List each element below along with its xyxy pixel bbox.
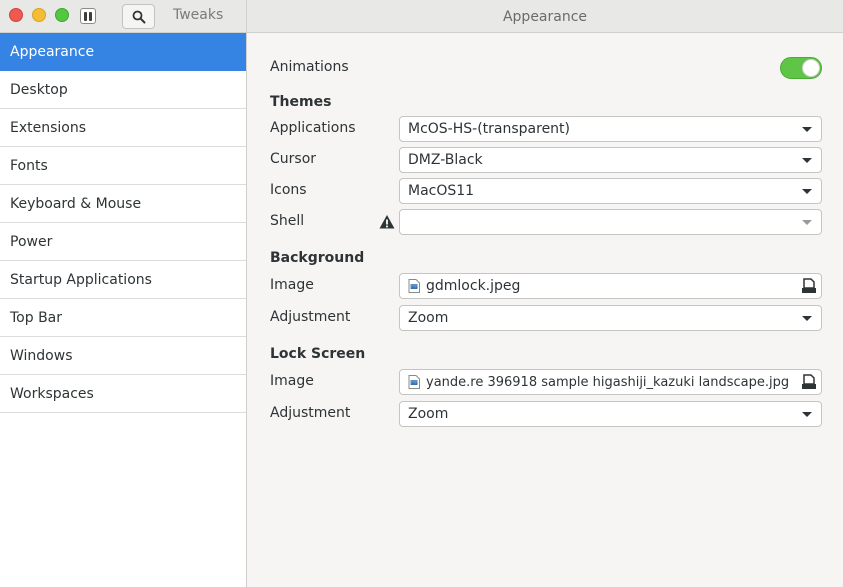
sidebar-item-label: Startup Applications — [10, 271, 152, 288]
lock-screen-heading: Lock Screen — [270, 346, 366, 362]
applications-label: Applications — [270, 120, 356, 136]
sidebar-item-label: Top Bar — [10, 309, 63, 326]
background-heading: Background — [270, 250, 365, 266]
tweaks-app-icon — [80, 8, 96, 24]
sidebar-item-label: Fonts — [10, 157, 48, 174]
sidebar-item-appearance[interactable]: Appearance — [0, 33, 246, 71]
sidebar-item-label: Workspaces — [10, 385, 94, 402]
background-adjustment-dropdown[interactable]: Zoom — [399, 305, 822, 331]
background-image-chooser[interactable]: gdmlock.jpeg — [399, 273, 822, 299]
sidebar-item-startup-applications[interactable]: Startup Applications — [0, 261, 246, 299]
applications-theme-dropdown[interactable]: McOS-HS-(transparent) — [399, 116, 822, 142]
dropdown-value: McOS-HS-(transparent) — [408, 121, 571, 137]
lock-screen-image-label: Image — [270, 373, 314, 389]
sidebar-item-label: Extensions — [10, 119, 87, 136]
animations-switch[interactable] — [780, 57, 822, 79]
open-file-icon[interactable] — [801, 374, 817, 390]
dropdown-value: MacOS11 — [408, 183, 475, 199]
sidebar-item-workspaces[interactable]: Workspaces — [0, 375, 246, 413]
header-bar: Tweaks Appearance — [0, 0, 843, 33]
search-icon — [132, 10, 145, 23]
sidebar: Appearance Desktop Extensions Fonts Keyb… — [0, 33, 247, 587]
header-left: Tweaks — [0, 0, 247, 33]
dropdown-value: DMZ-Black — [408, 152, 483, 168]
close-window-button[interactable] — [9, 8, 23, 22]
themes-heading: Themes — [270, 94, 332, 110]
image-file-icon — [408, 375, 420, 389]
lock-screen-adjustment-dropdown[interactable]: Zoom — [399, 401, 822, 427]
shell-theme-dropdown[interactable] — [399, 209, 822, 235]
file-name: yande.re 396918 sample higashiji_kazuki … — [426, 374, 790, 390]
animations-label: Animations — [270, 59, 349, 75]
sidebar-item-label: Keyboard & Mouse — [10, 195, 142, 212]
switch-knob — [802, 59, 820, 77]
sidebar-item-label: Appearance — [10, 43, 95, 60]
warning-icon — [379, 215, 395, 229]
maximize-window-button[interactable] — [55, 8, 69, 22]
sidebar-item-fonts[interactable]: Fonts — [0, 147, 246, 185]
dropdown-value: Zoom — [408, 310, 449, 326]
appearance-panel: Animations Themes Applications McOS-HS-(… — [248, 33, 843, 587]
minimize-window-button[interactable] — [32, 8, 46, 22]
shell-label: Shell — [270, 213, 305, 229]
sidebar-item-label: Desktop — [10, 81, 68, 98]
open-file-icon[interactable] — [801, 278, 817, 294]
sidebar-item-power[interactable]: Power — [0, 223, 246, 261]
sidebar-item-top-bar[interactable]: Top Bar — [0, 299, 246, 337]
background-adjustment-label: Adjustment — [270, 309, 351, 325]
header-right: Appearance — [247, 0, 843, 33]
search-button[interactable] — [122, 4, 155, 29]
background-image-label: Image — [270, 277, 314, 293]
dropdown-arrow-icon — [802, 127, 812, 132]
page-title: Appearance — [502, 8, 588, 25]
sidebar-item-label: Power — [10, 233, 53, 250]
cursor-theme-dropdown[interactable]: DMZ-Black — [399, 147, 822, 173]
sidebar-item-keyboard-mouse[interactable]: Keyboard & Mouse — [0, 185, 246, 223]
cursor-label: Cursor — [270, 151, 317, 167]
dropdown-arrow-icon — [802, 316, 812, 321]
file-name: gdmlock.jpeg — [426, 278, 521, 294]
image-file-icon — [408, 279, 420, 293]
lock-screen-image-chooser[interactable]: yande.re 396918 sample higashiji_kazuki … — [399, 369, 822, 395]
dropdown-arrow-icon — [802, 158, 812, 163]
sidebar-item-desktop[interactable]: Desktop — [0, 71, 246, 109]
dropdown-arrow-icon — [802, 220, 812, 225]
dropdown-arrow-icon — [802, 189, 812, 194]
icons-label: Icons — [270, 182, 307, 198]
dropdown-value: Zoom — [408, 406, 449, 422]
icons-theme-dropdown[interactable]: MacOS11 — [399, 178, 822, 204]
sidebar-item-label: Windows — [10, 347, 73, 364]
sidebar-item-extensions[interactable]: Extensions — [0, 109, 246, 147]
dropdown-arrow-icon — [802, 412, 812, 417]
sidebar-item-windows[interactable]: Windows — [0, 337, 246, 375]
lock-screen-adjustment-label: Adjustment — [270, 405, 351, 421]
app-title: Tweaks — [173, 7, 224, 23]
